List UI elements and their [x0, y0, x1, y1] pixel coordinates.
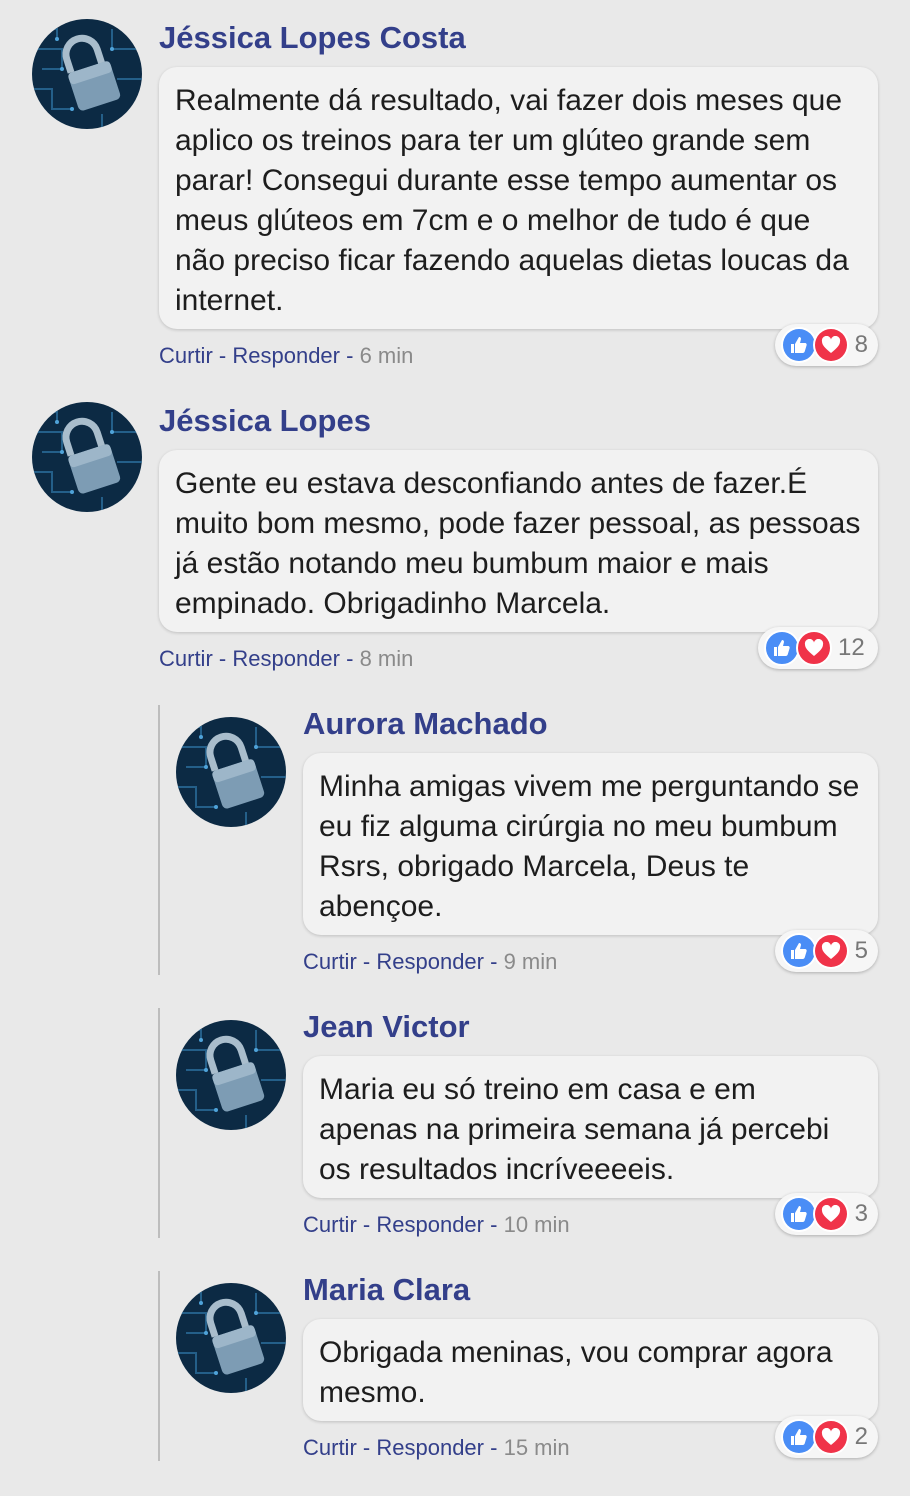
comments-section: Jéssica Lopes Costa Realmente dá resulta…: [0, 0, 910, 1496]
heart-icon: [812, 1419, 849, 1455]
reply-link[interactable]: Responder: [376, 1435, 484, 1460]
reply-comment: Maria Clara Obrigada meninas, vou compra…: [0, 0, 910, 1490]
thumbs-up-icon: [781, 1419, 817, 1455]
comment-actions: Curtir - Responder - 15 min: [303, 1435, 570, 1461]
separator: -: [490, 1435, 498, 1460]
reaction-count: 2: [854, 1423, 868, 1450]
avatar[interactable]: [176, 1283, 286, 1393]
padlock-avatar-icon: [176, 1283, 286, 1393]
like-link[interactable]: Curtir: [303, 1435, 357, 1460]
reactions-summary[interactable]: 2: [775, 1416, 878, 1458]
comment-time: 15 min: [503, 1435, 570, 1460]
separator: -: [362, 1435, 371, 1460]
comment-author[interactable]: Maria Clara: [303, 1272, 470, 1308]
comment-text: Obrigada meninas, vou comprar agora mesm…: [303, 1319, 878, 1421]
